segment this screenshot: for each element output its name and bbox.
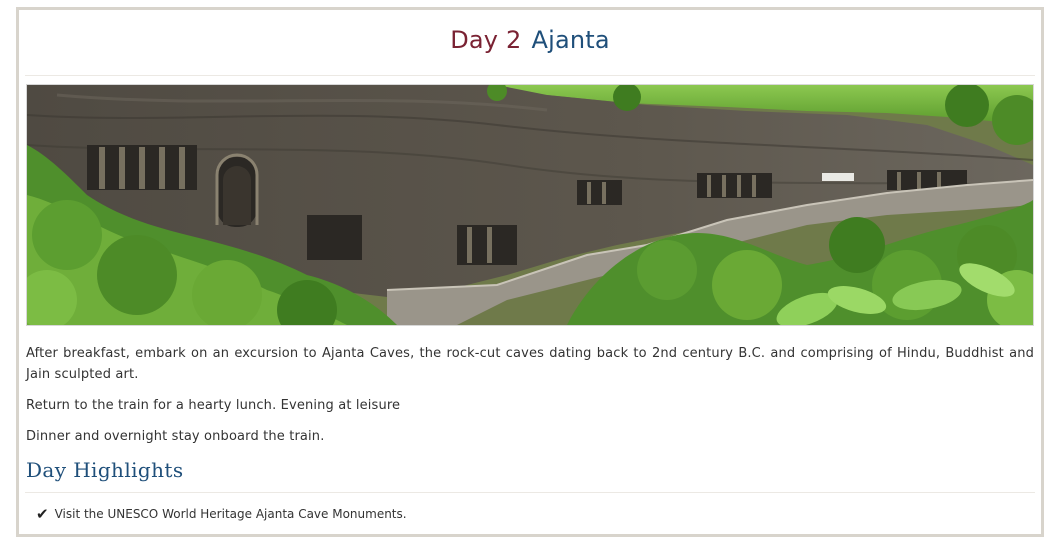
description-paragraph-2: Return to the train for a hearty lunch. … [26,398,401,413]
highlight-item-text: Visit the UNESCO World Heritage Ajanta C… [54,507,407,521]
place-name-label: Ajanta [531,26,610,54]
itinerary-day-card: Day 2 Ajanta After breakfast, embark on … [16,7,1044,537]
highlights-divider [25,492,1035,493]
highlight-item: ✔ Visit the UNESCO World Heritage Ajanta… [36,506,407,522]
description-paragraph-3: Dinner and overnight stay onboard the tr… [26,429,325,444]
day-number-label: Day 2 [450,26,522,54]
day-title: Day 2 Ajanta [19,26,1041,54]
description-paragraph-1: After breakfast, embark on an excursion … [26,346,1034,382]
ajanta-caves-photo [26,84,1034,326]
ajanta-caves-illustration [27,85,1033,325]
checkmark-icon: ✔ [36,505,49,523]
day-highlights-heading: Day Highlights [26,458,184,482]
title-divider [25,75,1035,76]
